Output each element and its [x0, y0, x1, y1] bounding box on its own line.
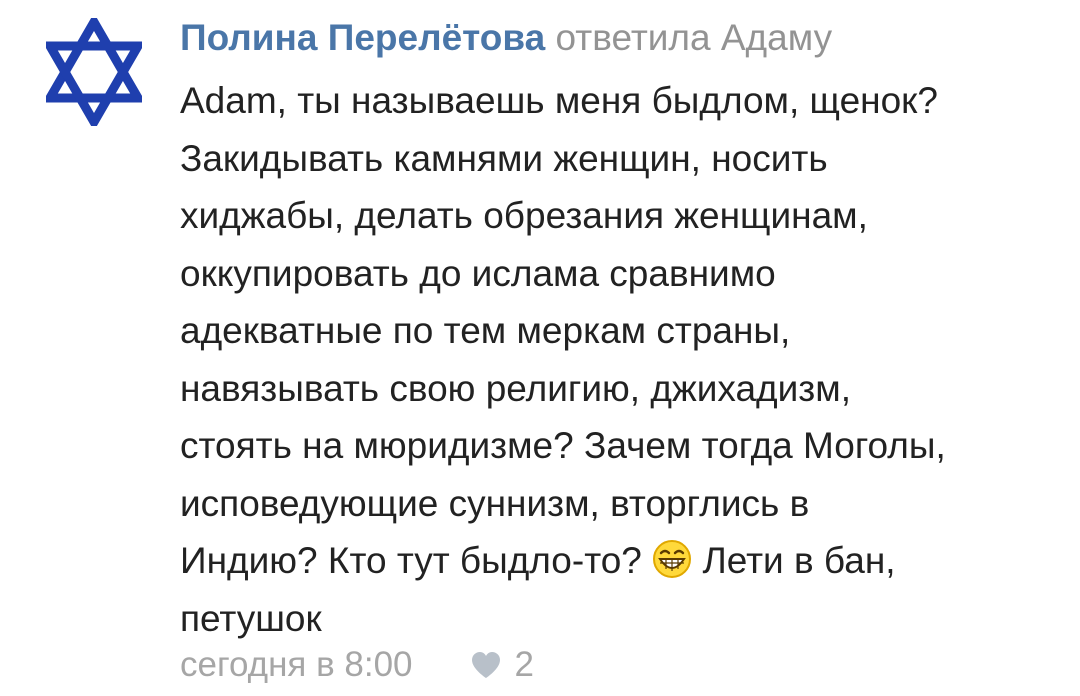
like-count: 2: [514, 645, 534, 684]
comment-item: Полина Перелётова ответила Адаму Adam, т…: [0, 0, 1080, 696]
grinning-face-icon: [652, 539, 692, 579]
comment-text: Adam, ты называешь меня быдлом, щенок? З…: [180, 72, 1060, 647]
heart-icon: [471, 652, 500, 678]
comment-footer: сегодня в 8:00 2: [180, 640, 534, 690]
author-name-link[interactable]: Полина Перелётова: [180, 17, 545, 58]
avatar[interactable]: [46, 18, 142, 126]
reply-to-label[interactable]: ответила Адаму: [556, 17, 833, 58]
comment-header: Полина Перелётова ответила Адаму: [180, 14, 1060, 62]
star-of-david-icon: [46, 18, 142, 126]
timestamp[interactable]: сегодня в 8:00: [180, 645, 413, 685]
like-button[interactable]: 2: [471, 645, 534, 685]
comment-body: Полина Перелётова ответила Адаму Adam, т…: [180, 14, 1060, 647]
comment-text-part-1: Adam, ты называешь меня быдлом, щенок? З…: [180, 80, 946, 581]
